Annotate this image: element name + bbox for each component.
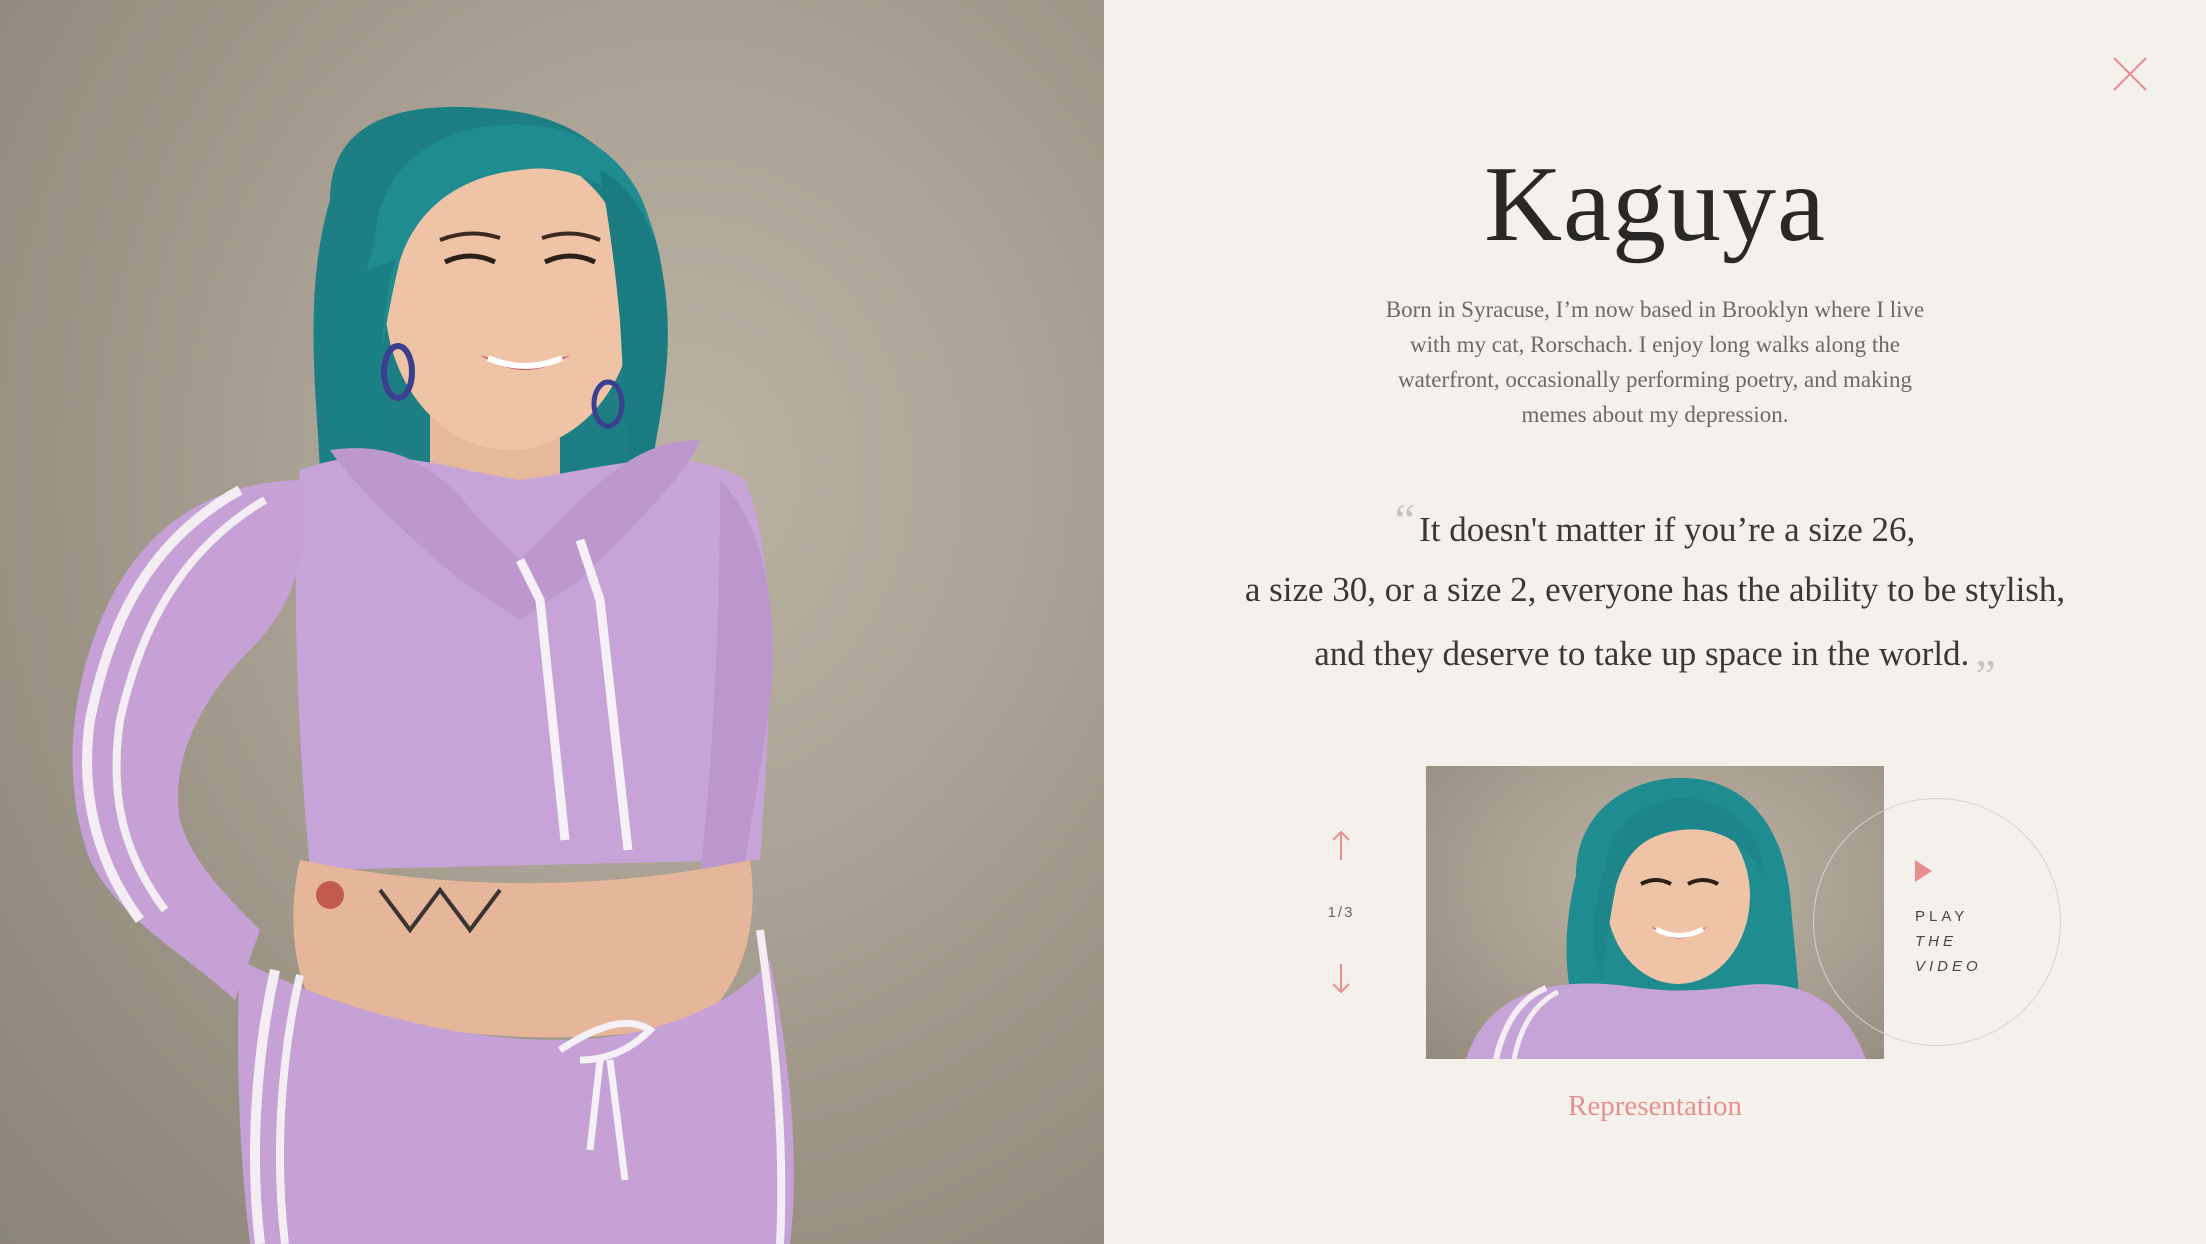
- next-button[interactable]: [1329, 960, 1353, 996]
- profile-bio: Born in Syracuse, I’m now based in Brook…: [1385, 297, 1925, 427]
- close-quote-icon: ”: [1975, 650, 1996, 701]
- play-icon[interactable]: [1915, 860, 1932, 882]
- portrait-illustration: [72, 106, 794, 1244]
- open-quote-icon: “: [1394, 494, 1416, 545]
- hero-photo: [0, 0, 1104, 1244]
- profile-name: Kaguya: [1484, 145, 1826, 264]
- play-label-line-1: PLAY: [1915, 908, 1969, 925]
- profile-quote: “It doesn't matter if you’re a size 26, …: [1190, 494, 2120, 701]
- quote-text-3: and they deserve to take up space in the…: [1314, 634, 1970, 673]
- play-video-label[interactable]: PLAY THE VIDEO: [1915, 904, 1982, 979]
- previous-button[interactable]: [1329, 828, 1353, 864]
- close-button[interactable]: [2110, 54, 2150, 94]
- play-label-line-3: VIDEO: [1915, 958, 1982, 975]
- play-label-line-2: THE: [1915, 933, 1957, 950]
- video-caption-link[interactable]: Representation: [1426, 1090, 1884, 1123]
- arrow-up-icon: [1332, 830, 1350, 860]
- slide-counter: 1/3: [1327, 904, 1355, 921]
- quote-line-3: and they deserve to take up space in the…: [1190, 620, 2120, 701]
- quote-text-1: It doesn't matter if you’re a size 26,: [1419, 510, 1916, 549]
- arrow-down-icon: [1332, 964, 1350, 994]
- close-icon: [2113, 57, 2147, 91]
- quote-line-1: “It doesn't matter if you’re a size 26,: [1190, 494, 2120, 560]
- quote-line-2: a size 30, or a size 2, everyone has the…: [1244, 570, 2066, 609]
